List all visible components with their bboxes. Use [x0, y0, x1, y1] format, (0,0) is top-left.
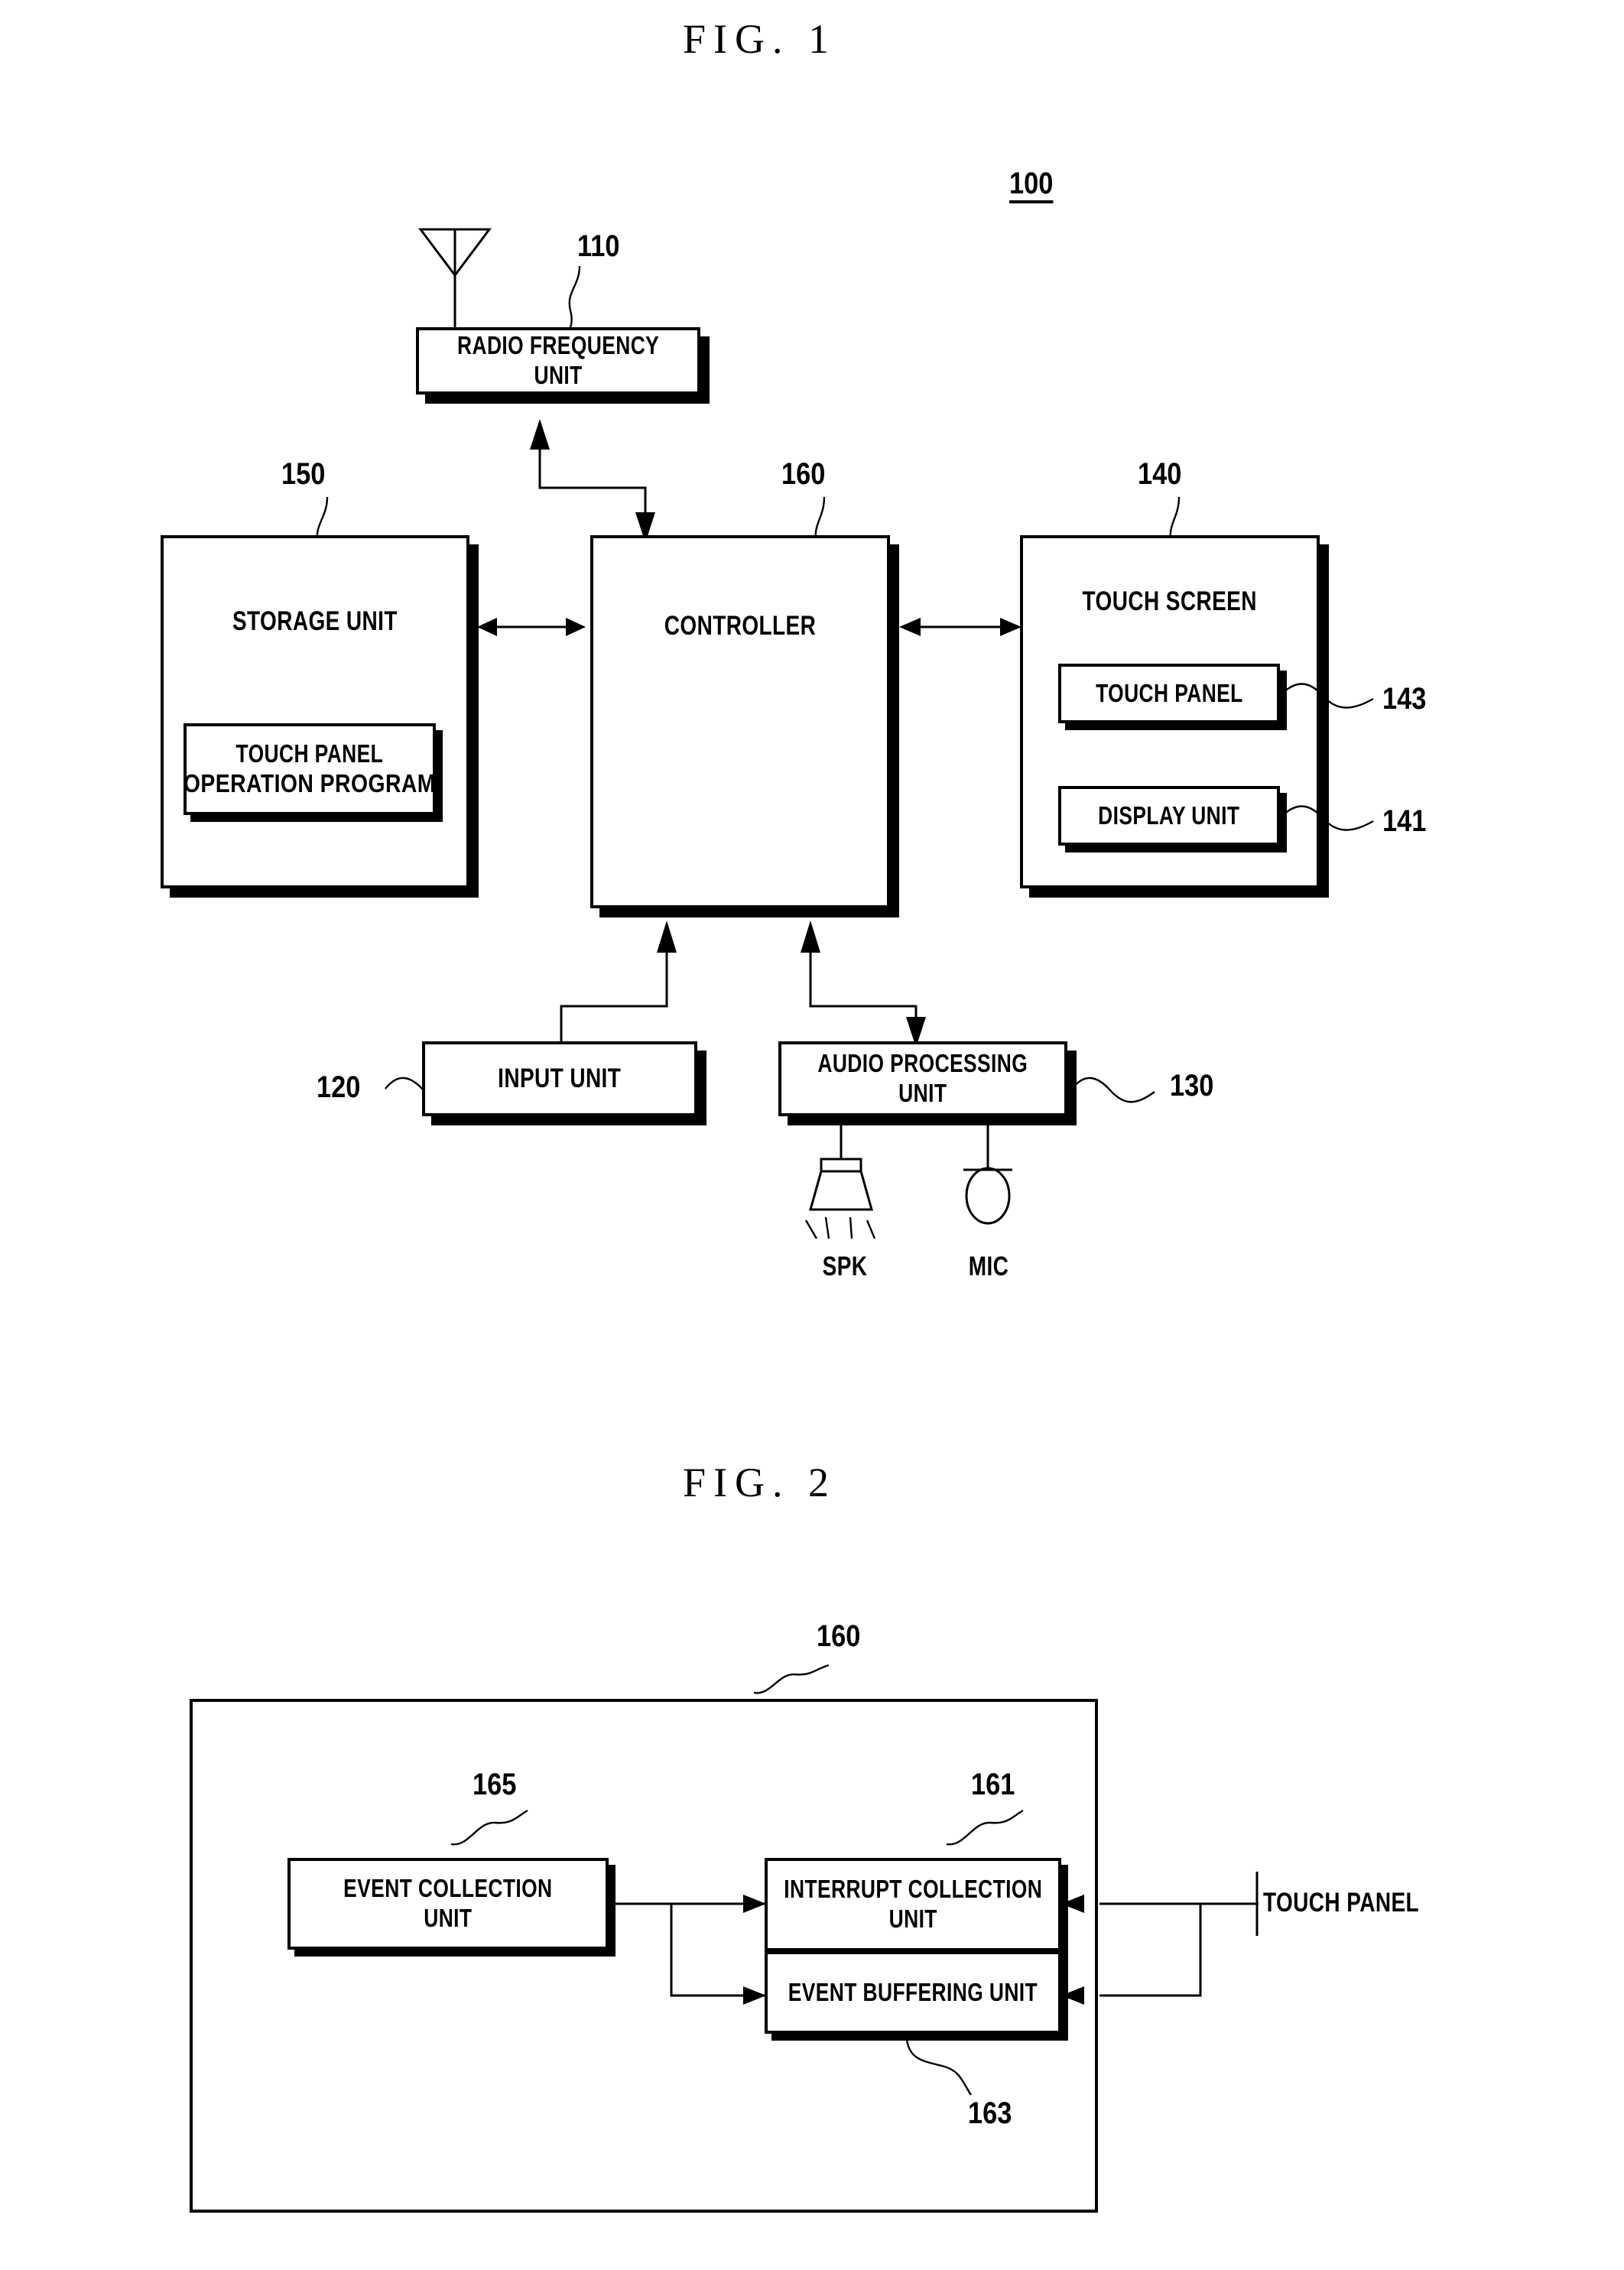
figure-2-system-ref: 160 — [817, 1619, 861, 1653]
event-buffering-leader-line — [905, 2039, 972, 2096]
controller-block[interactable]: CONTROLLER — [590, 535, 890, 908]
audio-unit-label-line2: UNIT — [898, 1079, 947, 1107]
touch-panel-label: TOUCH PANEL — [1095, 678, 1243, 707]
controller-label: CONTROLLER — [664, 611, 817, 641]
event-buffering-ref: 163 — [968, 2096, 1012, 2130]
audio-processing-unit-block[interactable]: AUDIO PROCESSING UNIT — [778, 1041, 1067, 1116]
input-controller-connector — [560, 921, 677, 1046]
display-unit-leader-line — [1278, 805, 1374, 831]
program-label-line1: TOUCH PANEL — [235, 739, 384, 768]
touch-panel-source-connector — [1061, 1872, 1259, 2005]
event-buffering-unit-block[interactable]: EVENT BUFFERING UNIT — [765, 1951, 1061, 2034]
input-unit-ref: 120 — [317, 1070, 361, 1104]
radio-frequency-unit-block[interactable]: RADIO FREQUENCY UNIT — [416, 327, 700, 395]
rf-unit-label-line2: UNIT — [534, 361, 583, 389]
touch-panel-operation-program-block[interactable]: TOUCH PANEL OPERATION PROGRAM — [184, 723, 436, 815]
interrupt-collection-label-line1: INTERRUPT COLLECTION — [784, 1875, 1043, 1904]
interrupt-collection-label-line2: UNIT — [888, 1905, 937, 1933]
event-collection-label-line2: UNIT — [424, 1904, 473, 1932]
event-collection-unit-block[interactable]: EVENT COLLECTION UNIT — [287, 1858, 609, 1950]
controller-touchscreen-arrow — [899, 618, 1021, 636]
touch-panel-ref: 143 — [1382, 682, 1427, 716]
audio-unit-label-line1: AUDIO PROCESSING — [817, 1049, 1028, 1078]
antenna-icon — [418, 228, 492, 335]
display-unit-label: DISPLAY UNIT — [1098, 801, 1240, 830]
rf-unit-label-line1: RADIO FREQUENCY — [456, 331, 660, 360]
audio-unit-ref: 130 — [1170, 1069, 1214, 1103]
event-collection-ref: 165 — [473, 1768, 517, 1801]
display-unit-ref: 141 — [1382, 804, 1427, 838]
rf-controller-connector — [530, 419, 655, 543]
touch-screen-label: TOUCH SCREEN — [1082, 586, 1258, 616]
figure-2-title: FIG. 2 — [683, 1460, 837, 1505]
program-label-line2: OPERATION PROGRAM — [184, 769, 437, 797]
interrupt-collection-leader-line — [946, 1809, 1024, 1846]
audio-controller-connector — [801, 921, 926, 1047]
figure-2-system-leader-line — [753, 1664, 830, 1694]
input-unit-block[interactable]: INPUT UNIT — [422, 1041, 697, 1116]
figure-1-system-ref: 100 — [1009, 167, 1054, 200]
touch-screen-ref: 140 — [1138, 457, 1182, 491]
controller-ref: 160 — [781, 457, 826, 491]
display-unit-block[interactable]: DISPLAY UNIT — [1058, 786, 1280, 846]
speaker-label: SPK — [822, 1252, 868, 1281]
event-collection-leader-line — [450, 1809, 528, 1846]
interrupt-collection-unit-block[interactable]: INTERRUPT COLLECTION UNIT — [765, 1858, 1061, 1951]
event-collection-branch-connector — [609, 1895, 766, 2005]
storage-controller-arrow — [477, 618, 586, 636]
event-buffering-label: EVENT BUFFERING UNIT — [788, 1977, 1038, 2006]
touch-panel-external-label: TOUCH PANEL — [1263, 1888, 1420, 1918]
microphone-icon — [963, 1116, 1012, 1225]
touch-panel-block[interactable]: TOUCH PANEL — [1058, 664, 1280, 723]
input-unit-label: INPUT UNIT — [498, 1064, 622, 1094]
event-collection-label-line1: EVENT COLLECTION — [343, 1874, 553, 1903]
rf-unit-ref: 110 — [577, 229, 620, 263]
speaker-icon — [804, 1116, 876, 1239]
touch-panel-leader-line — [1278, 683, 1374, 709]
storage-unit-ref: 150 — [281, 457, 326, 491]
audio-unit-leader-line — [1071, 1077, 1155, 1103]
microphone-label: MIC — [968, 1252, 1009, 1281]
storage-unit-block[interactable]: STORAGE UNIT — [161, 535, 469, 888]
figure-1-title: FIG. 1 — [683, 16, 837, 62]
interrupt-collection-ref: 161 — [971, 1768, 1015, 1801]
storage-unit-label: STORAGE UNIT — [232, 606, 398, 636]
